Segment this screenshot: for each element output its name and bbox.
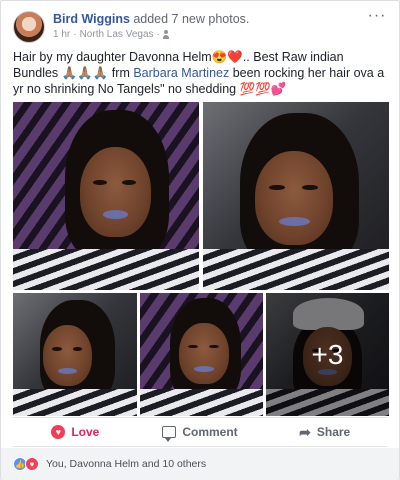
love-icon: ♥ xyxy=(51,425,66,439)
post-body-text: Hair by my daughter Davonna Helm😍❤️.. Be… xyxy=(13,49,387,97)
share-button[interactable]: ➦ Share xyxy=(262,418,387,446)
reactions-footer: 👍 ♥ You, Davonna Helm and 10 others xyxy=(1,448,399,480)
love-button[interactable]: ♥ Love xyxy=(13,418,138,446)
comment-label: Comment xyxy=(182,425,238,439)
post-card: Bird Wiggins added 7 new photos. 1 hr · … xyxy=(0,0,400,480)
photo-3[interactable] xyxy=(13,293,137,416)
post-meta: 1 hr · North Las Vegas · xyxy=(53,29,353,40)
author-name[interactable]: Bird Wiggins xyxy=(53,12,130,26)
more-photos-overlay[interactable]: +3 xyxy=(266,293,389,416)
comment-button[interactable]: Comment xyxy=(138,418,263,446)
meta-separator: · xyxy=(156,29,160,40)
friends-icon[interactable] xyxy=(162,30,173,39)
reactions-summary[interactable]: You, Davonna Helm and 10 others xyxy=(46,458,206,470)
love-label: Love xyxy=(71,425,100,439)
photo-face xyxy=(179,322,229,385)
share-label: Share xyxy=(316,425,351,439)
post-actions-bar: ♥ Love Comment ➦ Share xyxy=(13,417,387,447)
love-reaction-icon[interactable]: ♥ xyxy=(25,457,39,471)
meta-separator: · xyxy=(73,29,77,40)
author-avatar[interactable] xyxy=(13,11,45,43)
more-options-icon[interactable]: ··· xyxy=(367,8,387,25)
photo-grid: +3 xyxy=(13,102,389,416)
photo-4[interactable] xyxy=(140,293,263,416)
comment-icon xyxy=(162,426,177,442)
mention-link[interactable]: Barbara Martinez xyxy=(133,66,229,80)
more-photos-count: +3 xyxy=(311,338,344,370)
post-header-text: Bird Wiggins added 7 new photos. 1 hr · … xyxy=(53,12,353,40)
post-time[interactable]: 1 hr xyxy=(53,29,70,40)
post-action-text: added 7 new photos. xyxy=(133,12,250,26)
photo-shirt xyxy=(13,248,199,290)
photo-1[interactable] xyxy=(13,102,199,290)
post-header: Bird Wiggins added 7 new photos. 1 hr · … xyxy=(13,8,387,45)
photo-face xyxy=(42,324,93,387)
share-icon: ➦ xyxy=(299,424,311,440)
photo-5-more[interactable]: +3 xyxy=(266,293,389,416)
photo-face xyxy=(79,147,151,238)
photo-face xyxy=(255,150,334,245)
photo-shirt xyxy=(203,248,389,290)
photo-shirt xyxy=(13,388,137,416)
post-location[interactable]: North Las Vegas xyxy=(80,29,154,40)
photo-shirt xyxy=(140,388,263,416)
photo-2[interactable] xyxy=(203,102,389,290)
